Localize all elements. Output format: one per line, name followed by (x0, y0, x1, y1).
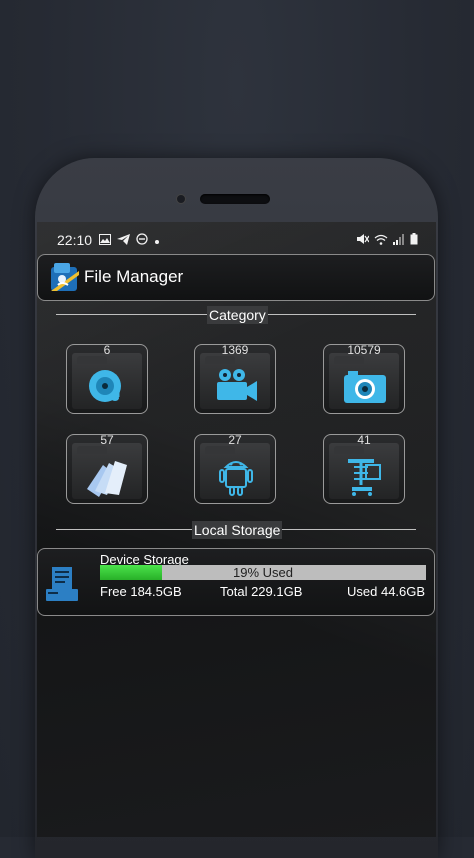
tile-count: 10579 (347, 343, 381, 357)
signal-icon (393, 233, 405, 248)
category-tile-video[interactable]: 1369 (194, 343, 276, 414)
earpiece-speaker (200, 194, 270, 204)
storage-progress-bar: 19% Used (100, 565, 426, 580)
file-manager-logo-icon[interactable] (48, 261, 82, 295)
music-disc-icon (85, 365, 131, 407)
video-camera-icon (213, 365, 259, 407)
status-time: 22:10 (57, 232, 93, 248)
folder-tab (77, 356, 107, 364)
dot-icon (154, 234, 160, 248)
tile-count: 41 (357, 433, 371, 447)
do-not-disturb-icon (136, 233, 148, 248)
category-label: Category (207, 306, 268, 324)
mute-icon (356, 233, 370, 248)
battery-icon (410, 233, 418, 248)
device-storage-icon (44, 563, 80, 603)
category-tile-photo[interactable]: 10579 (323, 343, 405, 414)
storage-used-percent: 19% Used (233, 565, 293, 580)
local-storage-label: Local Storage (192, 521, 283, 539)
category-tile-apps[interactable]: 27 (194, 433, 276, 504)
category-tile-archives[interactable]: 41 (323, 433, 405, 504)
tile-count: 57 (100, 433, 114, 447)
photo-camera-icon (342, 365, 388, 407)
storage-used: Used 44.6GB (347, 584, 426, 599)
storage-total: Total 229.1GB (220, 584, 303, 599)
status-notifications (99, 233, 160, 248)
folder-tab (77, 446, 107, 454)
phone-screen: 22:10 File Manager Category 6 1369 10579… (37, 222, 436, 837)
zip-archive-icon (342, 455, 388, 497)
front-camera (177, 195, 185, 203)
app-header: File Manager (37, 254, 435, 301)
device-storage-card[interactable]: Device Storage 19% Used Free 184.5GB Tot… (37, 548, 435, 616)
tile-count: 6 (103, 343, 111, 357)
category-tile-music[interactable]: 6 (66, 343, 148, 414)
tile-count: 27 (228, 433, 242, 447)
documents-icon (85, 455, 131, 497)
android-icon (213, 455, 259, 497)
status-system-icons (356, 233, 418, 248)
folder-tab (205, 446, 235, 454)
app-title: File Manager (84, 267, 184, 286)
folder-tab (334, 446, 364, 454)
category-tile-documents[interactable]: 57 (66, 433, 148, 504)
storage-free: Free 184.5GB (100, 584, 182, 599)
image-icon (99, 233, 111, 248)
folder-tab (205, 356, 235, 364)
status-bar: 22:10 (37, 230, 436, 252)
tile-count: 1369 (221, 343, 249, 357)
telegram-icon (117, 233, 130, 248)
wifi-icon (374, 234, 388, 248)
folder-tab (334, 356, 364, 364)
